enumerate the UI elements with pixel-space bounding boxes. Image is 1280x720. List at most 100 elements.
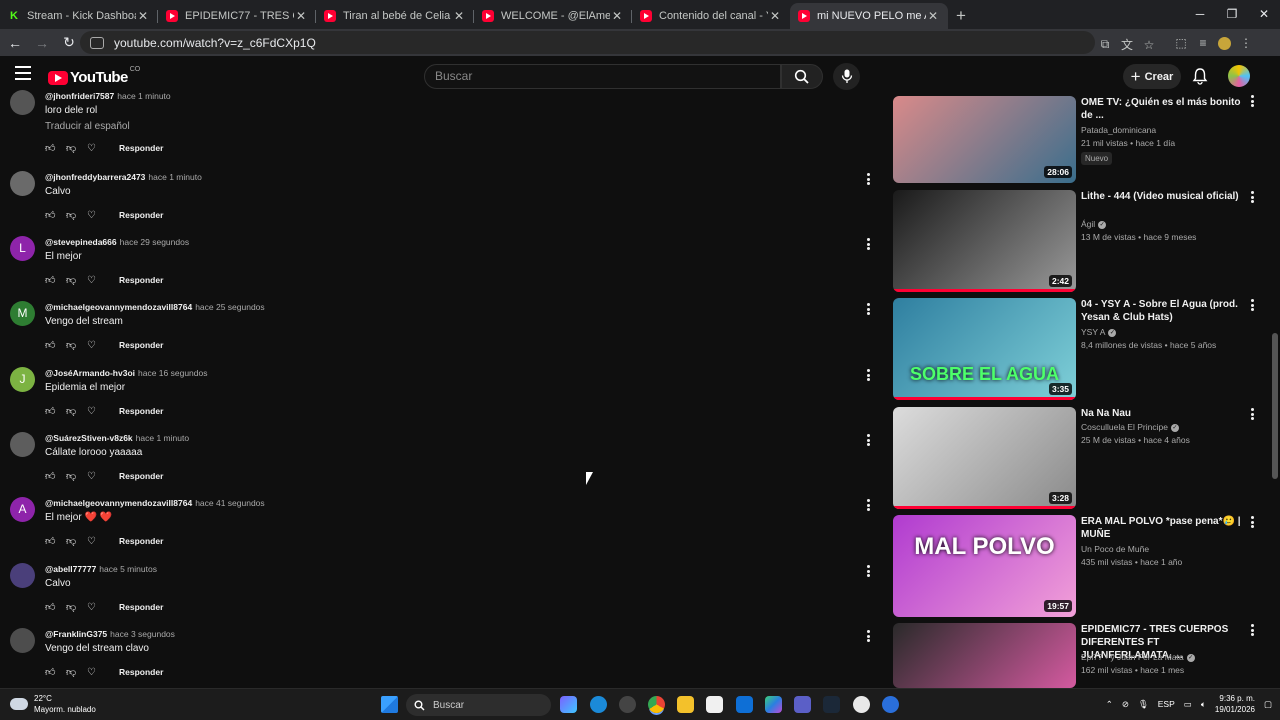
channel-name[interactable]: Epi77 • y Juan Fer La Mata ✓ [1081,652,1195,662]
display-icon[interactable]: ▭ [1184,699,1192,710]
voice-search-button[interactable] [833,63,860,90]
comment-time[interactable]: hace 25 segundos [195,302,264,312]
weather-widget[interactable]: 22°C Mayorm. nublado [10,693,96,715]
reply-button[interactable]: Responder [119,143,163,153]
like-icon[interactable]: 👍︎ [45,470,66,482]
avatar[interactable] [10,628,35,653]
video-thumbnail[interactable]: 2:42 [893,190,1076,292]
heart-icon[interactable]: ♡ [87,471,108,482]
comment-time[interactable]: hace 41 segundos [195,498,264,508]
scrollbar-thumb[interactable] [1272,333,1278,479]
comment-time[interactable]: hace 1 minuto [117,91,170,101]
minimize-icon[interactable]: ─ [1184,0,1216,29]
chevron-up-icon[interactable]: ⌃ [1106,699,1113,710]
close-tab-icon[interactable]: ✕ [452,9,466,23]
like-icon[interactable]: 👍︎ [45,666,66,678]
copilot-icon[interactable] [560,696,577,713]
avatar[interactable] [10,90,35,115]
app-icon-blue[interactable] [882,696,899,713]
channel-name[interactable]: Un Poco de Muñe [1081,544,1149,554]
comment-author[interactable]: @michaelgeovannymendozavill8764 [45,302,192,312]
comment-options-icon[interactable] [863,629,873,643]
heart-icon[interactable]: ♡ [87,602,108,613]
video-options-icon[interactable] [1251,299,1257,311]
dislike-icon[interactable]: 👎︎ [66,274,87,286]
clock[interactable]: 9:36 p. m. 19/01/2026 [1215,693,1255,715]
network-off-icon[interactable]: ⊘ [1122,699,1129,710]
translate-link[interactable]: Traducir al español [45,121,130,132]
like-icon[interactable]: 👍︎ [45,405,66,417]
volume-icon[interactable]: 🔈︎ [1201,699,1206,710]
store-icon[interactable] [706,696,723,713]
video-title[interactable]: OME TV: ¿Quién es el más bonito de ... [1081,96,1241,122]
comment-author[interactable]: @abell77777 [45,564,96,574]
like-icon[interactable]: 👍︎ [45,142,66,154]
url-field[interactable]: youtube.com/watch?v=z_c6FdCXp1Q [80,31,1095,54]
browser-menu-icon[interactable]: ⋮ [1235,36,1257,50]
avatar[interactable]: M [10,301,35,326]
channel-name[interactable]: Cosculluela El Principe ✓ [1081,422,1179,432]
reply-button[interactable]: Responder [119,275,163,285]
video-thumbnail[interactable]: MAL POLVO 19:57 [893,515,1076,617]
video-options-icon[interactable] [1251,516,1257,528]
comment-options-icon[interactable] [863,237,873,251]
search-input[interactable]: Buscar [424,64,781,89]
new-tab-button[interactable]: + [948,3,974,29]
video-thumbnail[interactable] [893,623,1076,688]
comment-author[interactable]: @FranklinG375 [45,629,107,639]
file-explorer-icon[interactable] [677,696,694,713]
video-thumbnail[interactable]: 3:28 [893,407,1076,509]
comment-options-icon[interactable] [863,302,873,316]
tab-welcome[interactable]: WELCOME - @ElAmericano4KT ✕ [474,3,632,29]
heart-icon[interactable]: ♡ [87,143,108,154]
reply-button[interactable]: Responder [119,406,163,416]
video-thumbnail[interactable]: SOBRE EL AGUA 3:35 [893,298,1076,400]
comment-time[interactable]: hace 5 minutos [99,564,157,574]
close-tab-icon[interactable]: ✕ [926,9,940,23]
tab-current-video[interactable]: mi NUEVO PELO me AYUDA a C ✕ [790,3,948,29]
bookmark-star-icon[interactable]: ☆ [1138,38,1160,52]
tab-epidemic77[interactable]: EPIDEMIC77 - TRES CUERPOS D ✕ [158,3,316,29]
like-icon[interactable]: 👍︎ [45,601,66,613]
channel-name[interactable]: YSY A ✓ [1081,327,1117,337]
reply-button[interactable]: Responder [119,602,163,612]
microphone-icon[interactable]: 🎙︎ [1138,699,1149,710]
tab-celia[interactable]: Tiran al bebé de Celia en un lot ✕ [316,3,474,29]
comment-time[interactable]: hace 29 segundos [120,237,189,247]
dislike-icon[interactable]: 👎︎ [66,470,87,482]
avatar[interactable] [10,563,35,588]
create-button[interactable]: + Crear [1123,64,1181,89]
close-window-icon[interactable]: ✕ [1248,0,1280,29]
app-icon[interactable] [619,696,636,713]
dislike-icon[interactable]: 👎︎ [66,601,87,613]
channel-name[interactable]: Ágil ✓ [1081,219,1107,229]
page-scrollbar[interactable] [1270,56,1280,688]
comment-author[interactable]: @JoséArmando-hv3oi [45,368,135,378]
close-tab-icon[interactable]: ✕ [768,9,782,23]
close-tab-icon[interactable]: ✕ [294,9,308,23]
comment-author[interactable]: @jhonfrideri7587 [45,91,114,101]
dislike-icon[interactable]: 👎︎ [66,405,87,417]
forward-icon[interactable]: → [30,35,54,51]
video-options-icon[interactable] [1251,408,1257,420]
comment-time[interactable]: hace 3 segundos [110,629,175,639]
start-windows-icon[interactable] [381,696,398,713]
taskbar-search[interactable]: Buscar [406,694,551,716]
channel-name[interactable]: Patada_dominicana [1081,125,1156,135]
like-icon[interactable]: 👍︎ [45,339,66,351]
tab-channel-content[interactable]: Contenido del canal - YouTube ✕ [632,3,790,29]
video-options-icon[interactable] [1251,95,1257,107]
obs-icon[interactable] [853,696,870,713]
notification-icon[interactable]: ▢ [1264,699,1272,710]
hamburger-menu-icon[interactable] [15,66,31,80]
video-title[interactable]: Lithe - 444 (Video musical oficial) [1081,190,1241,203]
close-tab-icon[interactable]: ✕ [610,9,624,23]
heart-icon[interactable]: ♡ [87,667,108,678]
avatar[interactable]: J [10,367,35,392]
video-options-icon[interactable] [1251,191,1257,203]
dislike-icon[interactable]: 👎︎ [66,339,87,351]
reload-icon[interactable]: ↻ [57,34,81,51]
comment-time[interactable]: hace 16 segundos [138,368,207,378]
dislike-icon[interactable]: 👎︎ [66,666,87,678]
youtube-logo[interactable]: YouTube CO [48,66,140,86]
